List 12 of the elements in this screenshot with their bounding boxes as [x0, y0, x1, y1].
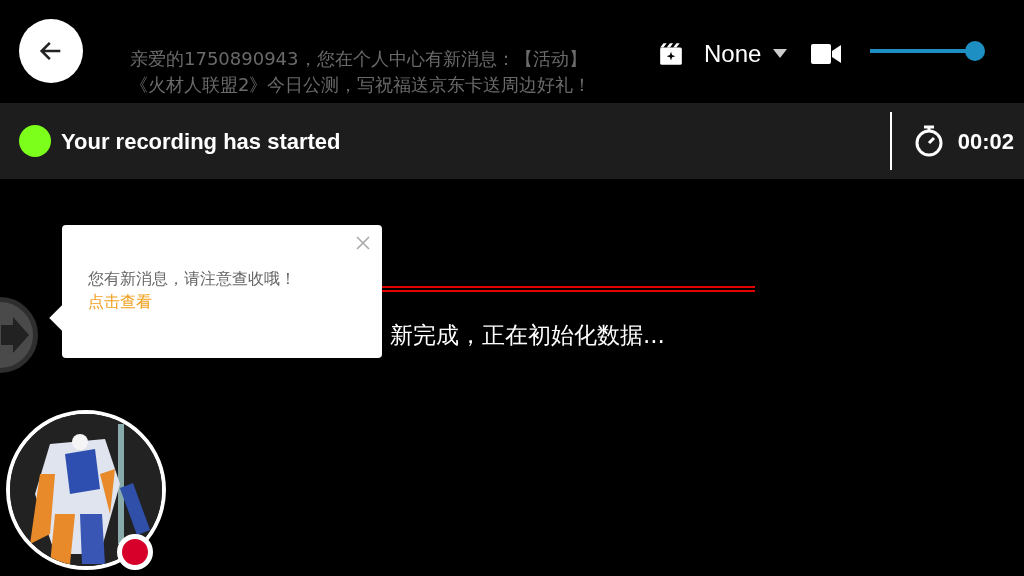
recording-status: Your recording has started	[61, 127, 341, 156]
notice-text: 亲爱的1750890943，您在个人中心有新消息：【活动】	[130, 47, 588, 71]
video-camera-icon[interactable]	[811, 43, 842, 65]
notice-text: 《火材人联盟2》今日公测，写祝福送京东卡送周边好礼！	[130, 73, 592, 97]
filter-icon[interactable]	[658, 41, 684, 67]
stopwatch-icon	[913, 125, 944, 157]
play-arrow-icon	[1, 317, 29, 353]
caret-icon	[773, 49, 788, 59]
loading-text: 新完成，正在初始化数据...	[390, 321, 665, 350]
message-text: 您有新消息，请注意查收哦！	[88, 269, 296, 288]
recording-timer: 00:02	[957, 127, 1014, 156]
filter-dropdown[interactable]: None	[704, 36, 788, 72]
